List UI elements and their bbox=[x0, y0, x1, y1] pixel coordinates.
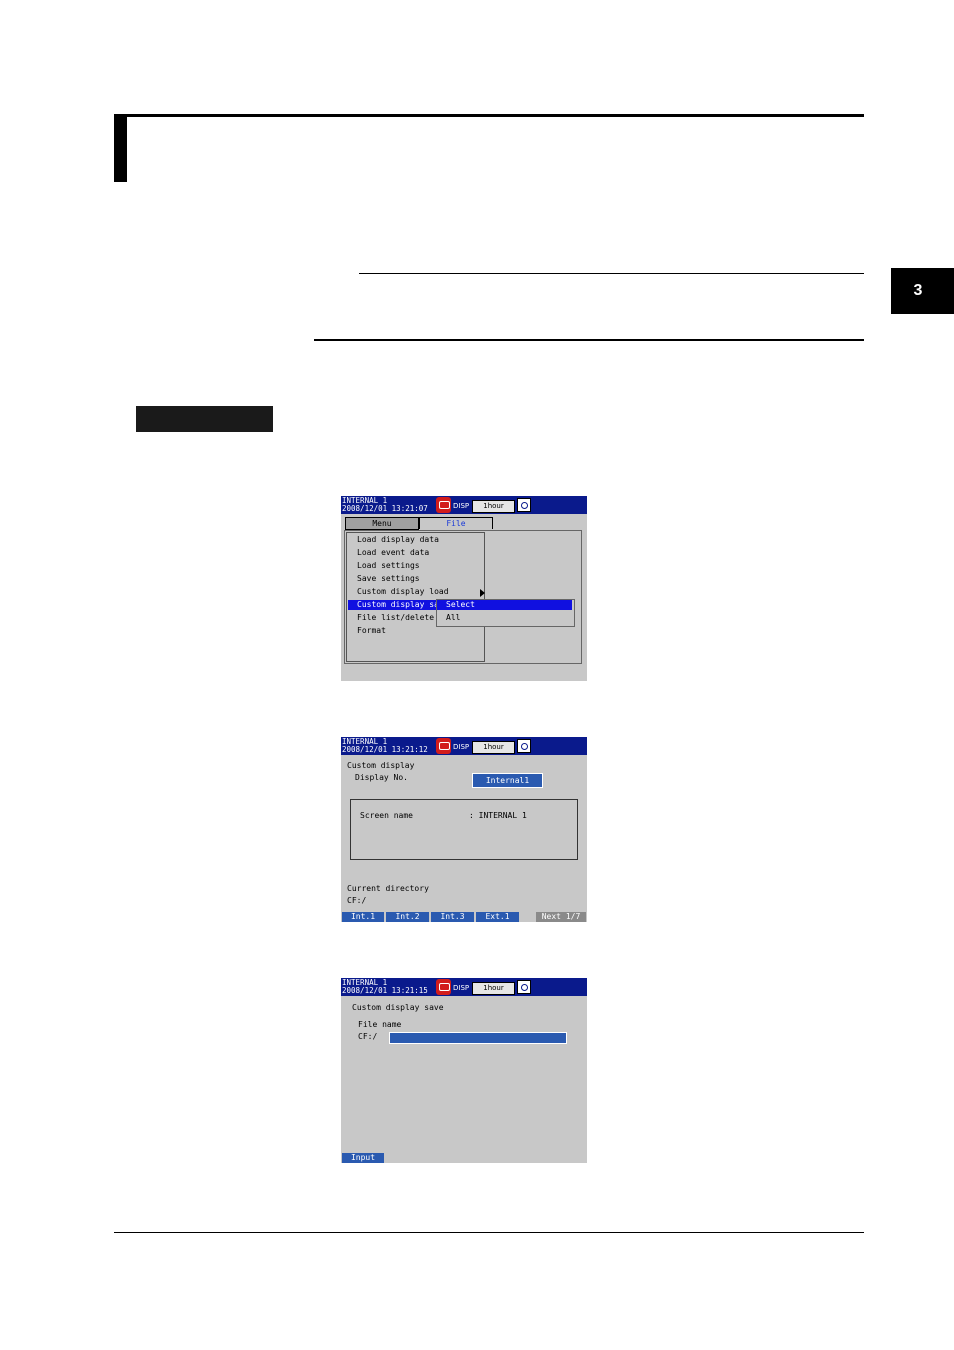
menu-item-load-display-data[interactable]: Load display data bbox=[357, 535, 439, 545]
recording-icon bbox=[436, 497, 451, 513]
time-div-box: 1hour bbox=[472, 741, 515, 754]
softkey-input[interactable]: Input bbox=[342, 1153, 384, 1163]
display-no-value[interactable]: Internal1 bbox=[472, 773, 543, 788]
submenu-item-all[interactable]: All bbox=[446, 613, 460, 623]
file-name-input[interactable] bbox=[389, 1032, 567, 1044]
disp-label: DISP bbox=[453, 984, 470, 992]
header-rule bbox=[127, 114, 864, 117]
menu-item-load-event-data[interactable]: Load event data bbox=[357, 548, 429, 558]
softkey-next[interactable]: Next 1/7 bbox=[536, 912, 586, 922]
tab-file[interactable]: File bbox=[419, 517, 493, 529]
snapshot-icon bbox=[517, 980, 531, 994]
recording-icon bbox=[436, 979, 451, 995]
snapshot-icon bbox=[517, 739, 531, 753]
snapshot-icon bbox=[517, 498, 531, 512]
footer-rule bbox=[114, 1232, 864, 1233]
disp-label: DISP bbox=[453, 743, 470, 751]
screen-title: Custom display save bbox=[352, 1003, 444, 1012]
section-rule-1 bbox=[359, 273, 864, 274]
status-datetime: 2008/12/01 13:21:12 bbox=[342, 745, 428, 754]
chapter-bar bbox=[114, 114, 127, 182]
tab-menu[interactable]: Menu bbox=[345, 517, 419, 530]
display-no-label: Display No. bbox=[355, 773, 408, 782]
menu-item-file-list-delete[interactable]: File list/delete bbox=[357, 613, 434, 623]
status-bar: INTERNAL 1 2008/12/01 13:21:12 DISP 1hou… bbox=[341, 737, 587, 755]
softkey-int3[interactable]: Int.3 bbox=[431, 912, 474, 922]
menu-item-save-settings[interactable]: Save settings bbox=[357, 574, 420, 584]
time-div-box: 1hour bbox=[472, 982, 515, 995]
info-box bbox=[350, 799, 578, 860]
screen-name-value: : INTERNAL 1 bbox=[469, 811, 527, 820]
menu-item-load-settings[interactable]: Load settings bbox=[357, 561, 420, 571]
softkey-int2[interactable]: Int.2 bbox=[386, 912, 429, 922]
screen-name-label: Screen name bbox=[360, 811, 413, 820]
status-datetime: 2008/12/01 13:21:07 bbox=[342, 504, 428, 513]
current-directory-value: CF:/ bbox=[347, 896, 367, 905]
status-datetime: 2008/12/01 13:21:15 bbox=[342, 986, 428, 995]
screen-file-menu: INTERNAL 1 2008/12/01 13:21:07 DISP 1hou… bbox=[341, 496, 587, 681]
menu-item-format[interactable]: Format bbox=[357, 626, 386, 636]
status-bar: INTERNAL 1 2008/12/01 13:21:07 DISP 1hou… bbox=[341, 496, 587, 514]
disp-label: DISP bbox=[453, 502, 470, 510]
submenu-item-select[interactable]: Select bbox=[446, 600, 475, 610]
submenu-arrow-icon bbox=[480, 589, 485, 597]
menu-item-custom-display-load[interactable]: Custom display load bbox=[357, 587, 449, 597]
file-name-prefix: CF:/ bbox=[358, 1032, 378, 1041]
section-rule-2 bbox=[314, 339, 864, 341]
softkey-ext1[interactable]: Ext.1 bbox=[476, 912, 519, 922]
screen-title: Custom display bbox=[347, 761, 415, 770]
chapter-number: 3 bbox=[913, 282, 923, 299]
chapter-tab: 3 bbox=[891, 268, 954, 314]
softkey-int1[interactable]: Int.1 bbox=[342, 912, 384, 922]
recording-icon bbox=[436, 738, 451, 754]
current-directory-label: Current directory bbox=[347, 884, 429, 893]
time-div-box: 1hour bbox=[472, 500, 515, 513]
screen-custom-display: INTERNAL 1 2008/12/01 13:21:12 DISP 1hou… bbox=[341, 737, 587, 922]
status-bar: INTERNAL 1 2008/12/01 13:21:15 DISP 1hou… bbox=[341, 978, 587, 996]
menu-item-custom-display-save[interactable]: Custom display sa bbox=[357, 600, 439, 610]
file-name-label: File name bbox=[358, 1020, 402, 1029]
screen-custom-display-save: INTERNAL 1 2008/12/01 13:21:15 DISP 1hou… bbox=[341, 978, 587, 1163]
procedure-label bbox=[136, 406, 273, 432]
